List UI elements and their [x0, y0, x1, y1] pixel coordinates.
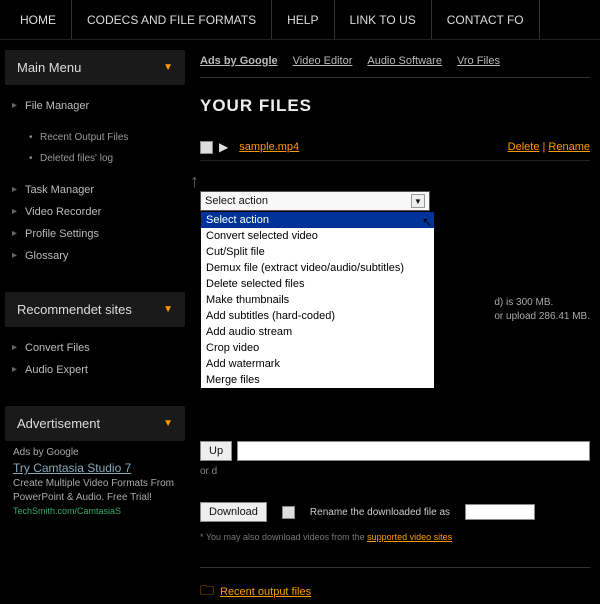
upload-hint: or d [200, 461, 590, 482]
ads-by-label: Ads by Google [200, 55, 278, 67]
chevron-down-icon[interactable]: ▼ [411, 194, 425, 208]
note-text: You may also download videos from the [206, 532, 367, 542]
sidebar-item-profile-settings[interactable]: Profile Settings [10, 223, 180, 245]
chevron-down-icon: ▼ [163, 62, 173, 73]
page-title: YOUR FILES [200, 96, 590, 116]
dropdown-option[interactable]: Cut/Split file [201, 244, 434, 260]
sidebar-item-deleted-log[interactable]: Deleted files' log [15, 148, 175, 169]
ads-link-audio-software[interactable]: Audio Software [367, 55, 442, 67]
dropdown-option[interactable]: Make thumbnails [201, 292, 434, 308]
bg-text-2: or upload 286.41 MB. [494, 310, 590, 324]
dropdown-option[interactable]: Merge files [201, 372, 434, 388]
download-button[interactable]: Download [200, 502, 267, 522]
main-menu-header[interactable]: Main Menu▼ [5, 50, 185, 85]
rename-link[interactable]: Rename [548, 141, 590, 153]
cursor-icon: ↖ [422, 215, 432, 229]
ad-url[interactable]: TechSmith.com/CamtasiaS [13, 505, 177, 518]
nav-home[interactable]: HOME [5, 0, 72, 39]
folder-icon: 🗀 [200, 580, 214, 604]
nav-contact[interactable]: CONTACT FO [432, 0, 540, 39]
dropdown-option[interactable]: Select action↖ [201, 212, 434, 228]
nav-link-to-us[interactable]: LINK TO US [335, 0, 432, 39]
sidebar-item-glossary[interactable]: Glossary [10, 245, 180, 267]
rename-checkbox[interactable] [282, 506, 295, 519]
top-nav: HOME CODECS AND FILE FORMATS HELP LINK T… [0, 0, 600, 40]
dropdown-option[interactable]: Add subtitles (hard-coded) [201, 308, 434, 324]
sidebar-item-audio-expert[interactable]: Audio Expert [10, 359, 180, 381]
advertisement-header[interactable]: Advertisement▼ [5, 406, 185, 441]
upload-input[interactable] [237, 441, 590, 461]
ad-by-label: Ads by Google [13, 446, 177, 460]
play-icon[interactable]: ▶ [219, 140, 228, 154]
dropdown-option[interactable]: Crop video [201, 340, 434, 356]
nav-help[interactable]: HELP [272, 0, 334, 39]
ads-link-vro-files[interactable]: Vro Files [457, 55, 500, 67]
supported-sites-link[interactable]: supported video sites [367, 532, 452, 542]
dropdown-option[interactable]: Add watermark [201, 356, 434, 372]
up-arrow-icon: ↑ [190, 171, 199, 192]
dropdown-option[interactable]: Convert selected video [201, 228, 434, 244]
rename-label: Rename the downloaded file as [310, 507, 450, 518]
dropdown-option[interactable]: Demux file (extract video/audio/subtitle… [201, 260, 434, 276]
dropdown-option[interactable]: Add audio stream [201, 324, 434, 340]
dropdown-option[interactable]: Delete selected files [201, 276, 434, 292]
action-select[interactable]: Select action ▼ [200, 191, 430, 211]
file-checkbox[interactable] [200, 141, 213, 154]
sidebar-item-recent-output[interactable]: Recent Output Files [15, 127, 175, 148]
sidebar: Main Menu▼ File Manager Recent Output Fi… [0, 40, 190, 582]
action-dropdown: Select action↖ Convert selected video Cu… [200, 211, 435, 389]
recommended-header[interactable]: Recommendet sites▼ [5, 292, 185, 327]
ads-row: Ads by Google Video Editor Audio Softwar… [200, 55, 590, 78]
file-row: ▶ sample.mp4 Delete | Rename [200, 134, 590, 161]
ad-title[interactable]: Try Camtasia Studio 7 [13, 460, 177, 477]
chevron-down-icon: ▼ [163, 304, 173, 315]
sidebar-item-convert-files[interactable]: Convert Files [10, 337, 180, 359]
sidebar-item-file-manager[interactable]: File Manager [10, 95, 180, 117]
file-name-link[interactable]: sample.mp4 [234, 141, 501, 153]
bg-text-1: d) is 300 MB. [494, 296, 590, 310]
nav-codecs[interactable]: CODECS AND FILE FORMATS [72, 0, 272, 39]
ads-link-video-editor[interactable]: Video Editor [293, 55, 353, 67]
sidebar-item-video-recorder[interactable]: Video Recorder [10, 201, 180, 223]
main-content: Ads by Google Video Editor Audio Softwar… [190, 40, 600, 582]
recent-output-link[interactable]: Recent output files [220, 586, 311, 598]
chevron-down-icon: ▼ [163, 418, 173, 429]
sidebar-item-task-manager[interactable]: Task Manager [10, 179, 180, 201]
sidebar-ad[interactable]: Ads by Google Try Camtasia Studio 7 Crea… [5, 441, 185, 522]
delete-link[interactable]: Delete [508, 141, 540, 153]
upload-button[interactable]: Up [200, 441, 232, 461]
ad-body: Create Multiple Video Formats From Power… [13, 477, 177, 505]
rename-input[interactable] [465, 504, 535, 520]
